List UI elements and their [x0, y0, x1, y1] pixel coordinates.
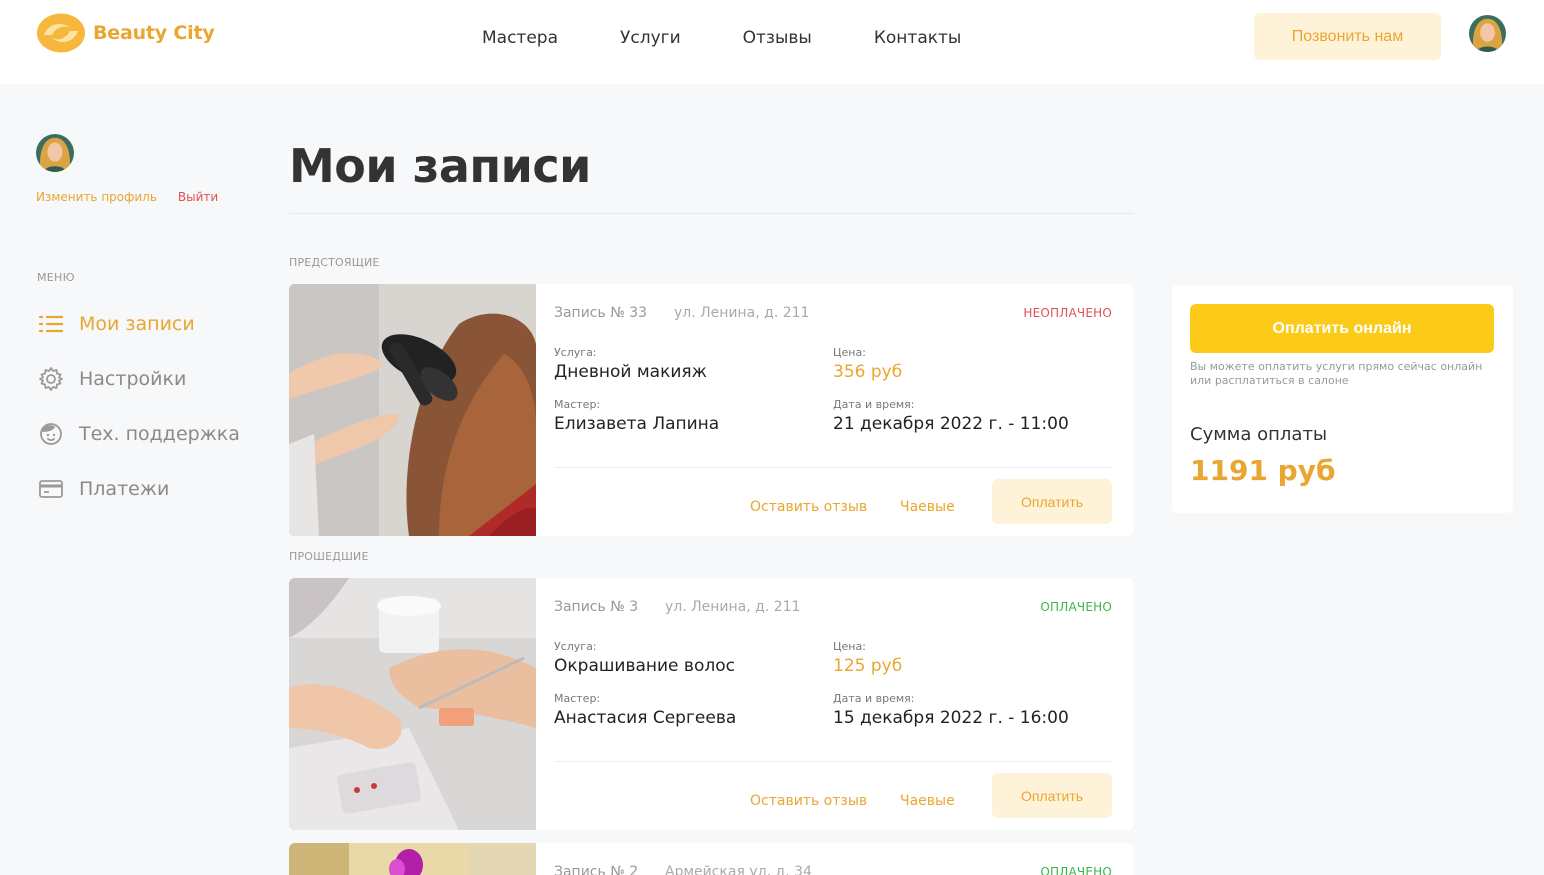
title-divider: [289, 213, 1134, 214]
main-nav: Мастера Услуги Отзывы Контакты: [482, 27, 1023, 49]
tips-link[interactable]: Чаевые: [900, 793, 955, 809]
record-details: Запись № 33 ул. Ленина, д. 211 НЕОПЛАЧЕН…: [554, 284, 1112, 536]
price-label: Цена:: [833, 640, 866, 653]
price-label: Цена:: [833, 346, 866, 359]
logout-link[interactable]: Выйти: [178, 190, 218, 204]
profile-links: Изменить профиль Выйти: [36, 190, 218, 204]
nav-masters[interactable]: Мастера: [482, 27, 558, 49]
nav-services[interactable]: Услуги: [620, 27, 681, 49]
datetime-label: Дата и время:: [833, 398, 915, 411]
sidebar-menu: Мои записи Настройки Тех. поддержка Плат…: [37, 308, 240, 528]
status-badge: НЕОПЛАЧЕНО: [1023, 306, 1112, 320]
past-label: ПРОШЕДШИЕ: [289, 550, 369, 563]
record-card: Запись № 33 ул. Ленина, д. 211 НЕОПЛАЧЕН…: [289, 284, 1134, 536]
leave-review-link[interactable]: Оставить отзыв: [750, 499, 867, 515]
service-label: Услуга:: [554, 346, 597, 359]
nav-contacts[interactable]: Контакты: [874, 27, 962, 49]
master-value: Анастасия Сергеева: [554, 708, 737, 728]
nav-reviews[interactable]: Отзывы: [743, 27, 812, 49]
pay-button[interactable]: Оплатить: [992, 773, 1112, 818]
datetime-value: 21 декабря 2022 г. - 11:00: [833, 414, 1069, 434]
status-badge: ОПЛАЧЕНО: [1040, 865, 1112, 875]
upcoming-label: ПРЕДСТОЯЩИЕ: [289, 256, 380, 269]
call-us-button[interactable]: Позвонить нам: [1254, 13, 1441, 60]
leave-review-link[interactable]: Оставить отзыв: [750, 793, 867, 809]
sidebar-item-label: Настройки: [79, 367, 187, 390]
service-value: Дневной макияж: [554, 362, 707, 382]
card-divider: [554, 761, 1112, 762]
sidebar-item-label: Платежи: [79, 477, 170, 500]
menu-label: МЕНЮ: [37, 271, 75, 284]
edit-profile-link[interactable]: Изменить профиль: [36, 190, 157, 204]
card-divider: [554, 467, 1112, 468]
user-avatar[interactable]: [1469, 15, 1506, 52]
tips-link[interactable]: Чаевые: [900, 499, 955, 515]
brand-name: Beauty City: [93, 22, 215, 44]
sidebar-item-settings[interactable]: Настройки: [37, 363, 240, 394]
record-address: ул. Ленина, д. 211: [674, 305, 810, 321]
record-number: Запись № 2: [554, 864, 639, 875]
page-title: Мои записи: [289, 139, 591, 193]
service-label: Услуга:: [554, 640, 597, 653]
sum-value: 1191 руб: [1190, 454, 1336, 487]
master-label: Мастер:: [554, 692, 601, 705]
payment-hint: Вы можете оплатить услуги прямо сейчас о…: [1190, 360, 1483, 387]
support-icon: [37, 420, 64, 447]
record-card: Запись № 3 ул. Ленина, д. 211 ОПЛАЧЕНО У…: [289, 578, 1134, 830]
master-label: Мастер:: [554, 398, 601, 411]
sidebar-item-payments[interactable]: Платежи: [37, 473, 240, 504]
service-value: Окрашивание волос: [554, 656, 735, 676]
header: Beauty City Мастера Услуги Отзывы Контак…: [0, 0, 1544, 84]
record-card: Запись № 2 Армейская ул, д. 34 ОПЛАЧЕНО: [289, 843, 1134, 875]
status-badge: ОПЛАЧЕНО: [1040, 600, 1112, 614]
pay-online-button[interactable]: Оплатить онлайн: [1190, 304, 1494, 353]
price-value: 356 руб: [833, 362, 903, 382]
record-address: ул. Ленина, д. 211: [665, 599, 801, 615]
sidebar-item-label: Тех. поддержка: [79, 422, 240, 445]
payment-panel: Оплатить онлайн Вы можете оплатить услуг…: [1172, 285, 1513, 513]
sidebar-item-label: Мои записи: [79, 312, 195, 335]
sum-label: Сумма оплаты: [1190, 424, 1328, 445]
sidebar-item-support[interactable]: Тех. поддержка: [37, 418, 240, 449]
gear-icon: [37, 365, 64, 392]
record-number: Запись № 3: [554, 599, 639, 615]
sidebar-item-my-records[interactable]: Мои записи: [37, 308, 240, 339]
list-icon: [37, 310, 64, 337]
price-value: 125 руб: [833, 656, 903, 676]
record-number: Запись № 33: [554, 305, 648, 321]
master-value: Елизавета Лапина: [554, 414, 720, 434]
record-photo: [289, 284, 536, 536]
card-icon: [37, 475, 64, 502]
logo[interactable]: Beauty City: [36, 13, 215, 53]
datetime-label: Дата и время:: [833, 692, 915, 705]
profile-avatar: [36, 134, 74, 172]
pay-button[interactable]: Оплатить: [992, 479, 1112, 524]
record-details: Запись № 3 ул. Ленина, д. 211 ОПЛАЧЕНО У…: [554, 578, 1112, 830]
record-photo: [289, 843, 536, 875]
record-photo: [289, 578, 536, 830]
datetime-value: 15 декабря 2022 г. - 16:00: [833, 708, 1069, 728]
record-details: Запись № 2 Армейская ул, д. 34 ОПЛАЧЕНО: [554, 843, 1112, 875]
record-address: Армейская ул, д. 34: [665, 864, 812, 875]
logo-icon: [36, 13, 86, 53]
